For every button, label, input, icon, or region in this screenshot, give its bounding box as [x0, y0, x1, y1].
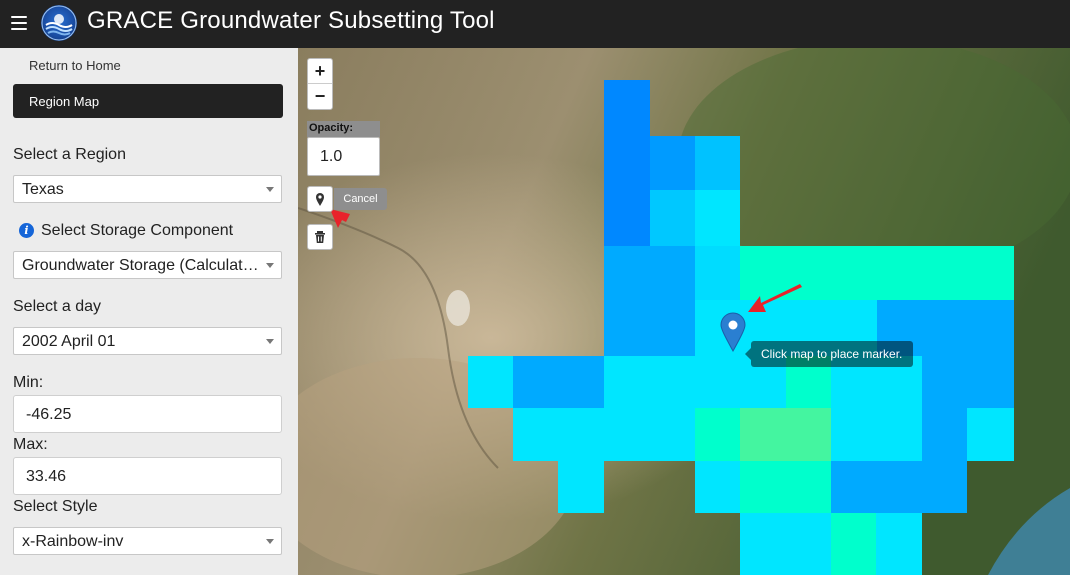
- menu-icon[interactable]: [11, 16, 27, 30]
- top-navigation-bar: GRACE Groundwater Subsetting Tool: [0, 0, 1070, 48]
- map-view[interactable]: + − Opacity: 1.0 Cancel Click map to pla…: [298, 48, 1070, 575]
- zoom-control: + −: [307, 58, 333, 110]
- sidebar: Return to Home Region Map Select a Regio…: [0, 48, 298, 575]
- dropdown-arrow-icon: [266, 187, 274, 192]
- max-label: Max:: [13, 436, 48, 453]
- app-title: GRACE Groundwater Subsetting Tool: [87, 7, 495, 34]
- opacity-input[interactable]: 1.0: [307, 137, 380, 176]
- storage-component-select[interactable]: Groundwater Storage (Calculated): [13, 251, 282, 279]
- day-select[interactable]: 2002 April 01: [13, 327, 282, 355]
- min-input[interactable]: -46.25: [13, 395, 282, 433]
- opacity-label: Opacity:: [307, 121, 380, 137]
- region-label: Select a Region: [13, 146, 126, 163]
- dropdown-arrow-icon: [266, 339, 274, 344]
- delete-layers-button[interactable]: [307, 224, 333, 250]
- zoom-in-button[interactable]: +: [308, 59, 332, 84]
- draw-tooltip: Click map to place marker.: [745, 341, 913, 367]
- grace-logo: [41, 5, 77, 41]
- dropdown-arrow-icon: [266, 263, 274, 268]
- draw-marker-button[interactable]: [307, 186, 333, 212]
- region-select[interactable]: Texas: [13, 175, 282, 203]
- dropdown-arrow-icon: [266, 539, 274, 544]
- region-select-value: Texas: [22, 181, 64, 198]
- zoom-out-button[interactable]: −: [308, 84, 332, 109]
- max-input[interactable]: 33.46: [13, 457, 282, 495]
- storage-component-value: Groundwater Storage (Calculated): [22, 257, 262, 274]
- style-label: Select Style: [13, 498, 98, 515]
- trash-icon: [315, 231, 325, 243]
- cancel-button[interactable]: Cancel: [334, 188, 387, 210]
- storage-component-label: Select Storage Component: [41, 222, 234, 239]
- return-home-link[interactable]: Return to Home: [29, 58, 121, 73]
- satellite-basemap: [298, 48, 1070, 575]
- day-select-value: 2002 April 01: [22, 333, 116, 350]
- day-label: Select a day: [13, 298, 102, 315]
- style-select[interactable]: x-Rainbow-inv: [13, 527, 282, 555]
- style-select-value: x-Rainbow-inv: [22, 533, 124, 550]
- info-icon[interactable]: i: [19, 223, 34, 238]
- region-map-button[interactable]: Region Map: [13, 84, 283, 118]
- map-marker-icon: [316, 193, 324, 206]
- min-label: Min:: [13, 374, 44, 391]
